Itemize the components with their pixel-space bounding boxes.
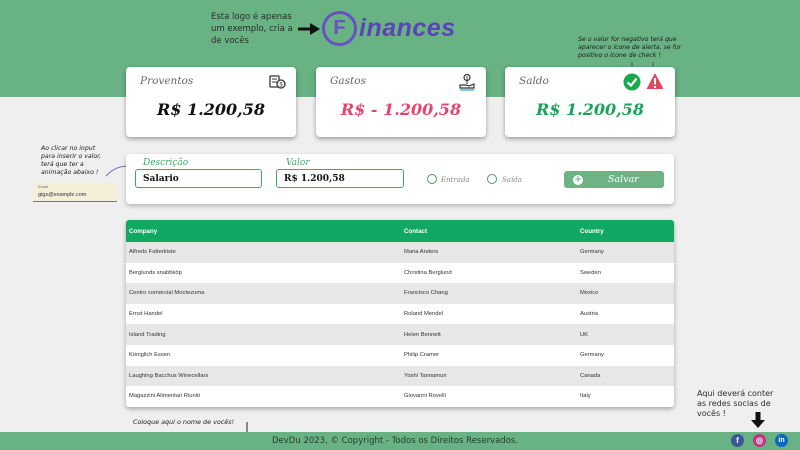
- card-title: Proventos: [140, 75, 194, 87]
- card-gastos: Gastos $ R$ - 1.200,58: [316, 67, 486, 137]
- app-logo[interactable]: F inances: [322, 9, 456, 47]
- save-button[interactable]: + Salvar: [564, 171, 664, 188]
- header-country: Country: [580, 227, 604, 235]
- spending-hand-icon: $: [459, 73, 475, 91]
- card-title: Gastos: [330, 75, 366, 87]
- table-row[interactable]: Island Trading Helen Bennett UK: [126, 324, 674, 345]
- cell-company: Magazzini Alimentari Riuniti: [129, 393, 200, 400]
- cell-contact: Christina Berglund: [404, 269, 452, 276]
- check-icon: [623, 73, 641, 91]
- card-saldo: Saldo R$ 1.200,58: [505, 67, 675, 137]
- radio-entrada-label: Entrada: [441, 176, 470, 184]
- name-annotation: Coloque aqui o nome de vocês!: [133, 418, 235, 426]
- header-contact: Contact: [404, 227, 428, 235]
- description-input[interactable]: [135, 169, 262, 188]
- table-header-row: Company Contact Country: [126, 220, 674, 242]
- header-company: Company: [129, 227, 158, 235]
- cell-contact: Yoshi Tannamuri: [404, 372, 447, 379]
- cell-company: Island Trading: [129, 331, 166, 338]
- cell-contact: Francisco Chang: [404, 290, 448, 297]
- cell-company: Königlich Essen: [129, 352, 171, 359]
- cell-country: Germany: [580, 352, 604, 359]
- card-proventos: Proventos $ R$ 1.200,58: [126, 67, 296, 137]
- cell-contact: Maria Anders: [404, 249, 439, 256]
- facebook-icon[interactable]: f: [731, 434, 744, 447]
- cell-country: Austria: [580, 311, 599, 318]
- saldo-annotation: Se o valor for negativo terá que aparece…: [578, 36, 682, 59]
- cell-country: UK: [580, 331, 589, 338]
- social-annotation: Aqui deverá conter as redes socias de vo…: [697, 389, 774, 418]
- logo-annotation: Esta logo é apenas um exemplo, cria a de…: [211, 12, 293, 46]
- card-value: R$ - 1.200,58: [340, 100, 462, 119]
- transactions-table: Company Contact Country Alfreds Futterki…: [126, 220, 674, 407]
- value-input[interactable]: [276, 169, 404, 188]
- table-row[interactable]: Magazzini Alimentari Riuniti Giovanni Rov…: [126, 386, 674, 407]
- cell-country: Sweden: [580, 269, 601, 276]
- alert-icon: [646, 73, 664, 89]
- logo-mark-icon: F: [322, 10, 357, 46]
- radio-saida[interactable]: [487, 174, 497, 184]
- cell-company: Berglunds snabbköp: [129, 269, 182, 276]
- table-row[interactable]: Laughing Bacchus Winecellars Yoshi Tannam…: [126, 365, 674, 387]
- linkedin-icon[interactable]: in: [775, 434, 788, 447]
- cell-country: Mexico: [580, 290, 599, 297]
- cell-company: Laughing Bacchus Winecellars: [129, 372, 209, 379]
- table-row[interactable]: Centro comercial Moctezuma Francisco Chan…: [126, 283, 674, 304]
- cell-country: Germany: [580, 249, 604, 256]
- arrow-down-icon: [751, 412, 765, 428]
- card-title: Saldo: [519, 75, 549, 87]
- cell-country: Canada: [580, 372, 601, 379]
- table-row[interactable]: Königlich Essen Philip Cramer Germany: [126, 344, 674, 366]
- cell-contact: Giovanni Rovelli: [404, 393, 446, 400]
- radio-saida-label: Saída: [502, 176, 522, 184]
- plus-icon: +: [573, 174, 583, 185]
- cell-company: Ernst Handel: [129, 311, 163, 318]
- cell-company: Centro comercial Moctezuma: [129, 290, 205, 297]
- example-label: Email: [38, 184, 49, 189]
- input-animation-example: Email gigs@example.com: [33, 182, 117, 202]
- cell-contact: Philip Cramer: [404, 352, 440, 359]
- footer-copyright: DevDu 2023, © Copyright - Todos os Direi…: [272, 436, 519, 446]
- cell-country: Italy: [580, 393, 591, 400]
- cell-company: Alfreds Futterkiste: [129, 249, 176, 256]
- value-label: Valor: [286, 158, 310, 168]
- radio-entrada[interactable]: [427, 174, 437, 184]
- card-value: R$ 1.200,58: [157, 100, 265, 119]
- example-value: gigs@example.com: [38, 192, 87, 198]
- logo-text: inances: [359, 13, 456, 42]
- card-value: R$ 1.200,58: [536, 100, 644, 119]
- cell-contact: Helen Bennett: [404, 331, 441, 338]
- input-annotation: Ao clicar no input para inserir o valor,…: [41, 145, 102, 176]
- arrow-right-icon: [298, 23, 320, 35]
- instagram-icon[interactable]: ◎: [753, 434, 766, 447]
- table-row[interactable]: Ernst Handel Roland Mendel Austria: [126, 303, 674, 325]
- money-hand-icon: $: [269, 75, 286, 89]
- table-row[interactable]: Alfreds Futterkiste Maria Anders Germany: [126, 242, 674, 263]
- description-label: Descrição: [143, 158, 189, 168]
- save-button-label: Salvar: [608, 174, 639, 185]
- cell-contact: Roland Mendel: [404, 311, 443, 318]
- table-row[interactable]: Berglunds snabbköp Christina Berglund Swed…: [126, 262, 674, 284]
